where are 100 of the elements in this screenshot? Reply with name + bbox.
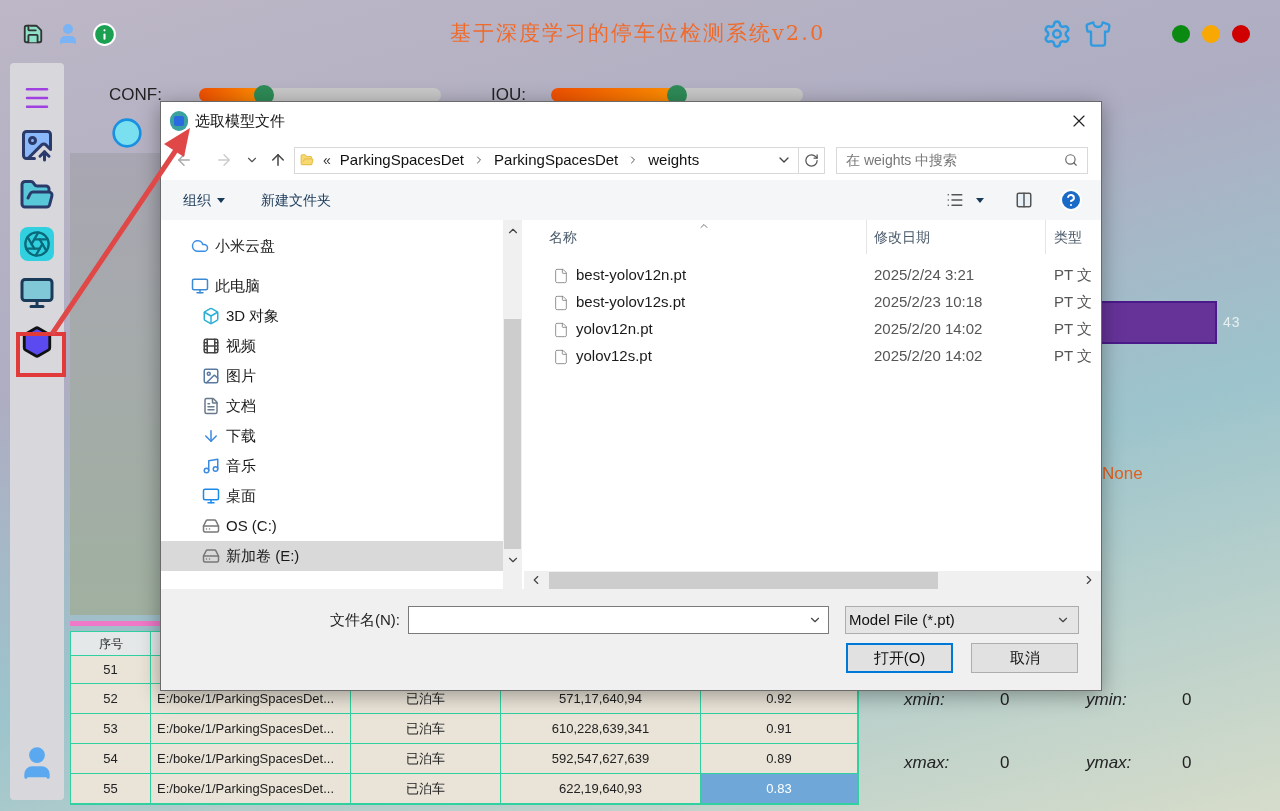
nav-item[interactable]: 文档 [161, 391, 503, 421]
horizontal-scrollbar[interactable] [524, 571, 1101, 589]
nav-item[interactable]: 视频 [161, 331, 503, 361]
view-icon[interactable] [946, 191, 964, 209]
file-name: yolov12s.pt [576, 346, 652, 367]
dialog-title: 选取模型文件 [195, 110, 285, 131]
file-icon [553, 347, 569, 366]
coord-label: ymax: [1086, 752, 1133, 774]
result-value: None [1102, 463, 1144, 485]
coord-label: xmin: [904, 688, 946, 711]
slider-track[interactable] [199, 88, 441, 102]
slider-track[interactable] [551, 88, 803, 102]
table-cell: 53 [71, 714, 151, 743]
file-row[interactable]: best-yolov12n.pt 2025/2/24 3:21 PT 文 [524, 262, 1101, 289]
table-cell: E:/boke/1/ParkingSpacesDet... [151, 744, 351, 773]
up-icon[interactable] [269, 151, 287, 169]
scrollbar-thumb[interactable] [549, 571, 938, 589]
document-icon [202, 397, 220, 415]
table-cell: 0.83 [701, 774, 858, 803]
table-cell: 610,228,639,341 [501, 714, 701, 743]
column-header: 序号 [71, 632, 151, 655]
folder-icon [300, 152, 314, 168]
table-cell: 55 [71, 774, 151, 803]
table-cell: 已泊车 [351, 714, 501, 743]
video-icon[interactable] [18, 275, 56, 311]
table-cell: 0.91 [701, 714, 858, 743]
table-cell: E:/boke/1/ParkingSpacesDet... [151, 774, 351, 803]
new-folder-button[interactable]: 新建文件夹 [261, 189, 331, 211]
table-cell: 已泊车 [351, 774, 501, 803]
slider-label: CONF: [109, 84, 163, 107]
nav-item[interactable]: 3D 对象 [161, 301, 503, 331]
table-cell: 0.89 [701, 744, 858, 773]
filename-field[interactable] [408, 606, 829, 634]
file-type: PT 文 [1053, 346, 1093, 367]
file-name: best-yolov12s.pt [576, 292, 686, 313]
nav-item[interactable]: OS (C:) [161, 511, 503, 541]
info-icon[interactable] [92, 21, 117, 47]
coord-value: 0 [1182, 688, 1193, 711]
table-cell: E:/boke/1/ParkingSpacesDet... [151, 714, 351, 743]
caret-icon [217, 197, 225, 203]
nav-item[interactable]: 下载 [161, 421, 503, 451]
vertical-scrollbar[interactable] [503, 220, 522, 589]
breadcrumb-item[interactable]: weights [648, 148, 700, 172]
cloud-icon [191, 237, 209, 255]
organize-menu[interactable]: 组织 [183, 189, 225, 211]
coord-value: 0 [1000, 752, 1011, 774]
file-date: 2025/2/23 10:18 [873, 292, 984, 313]
table-cell: 已泊车 [351, 744, 501, 773]
cancel-button[interactable]: 取消 [971, 643, 1078, 673]
drive-icon [202, 547, 220, 565]
file-row[interactable]: yolov12n.pt 2025/2/20 14:02 PT 文 [524, 316, 1101, 343]
column-header[interactable]: 名称 [524, 220, 867, 254]
coord-label: ymin: [1086, 688, 1128, 711]
bar-value-label: 43 [1223, 312, 1241, 332]
column-header[interactable]: 修改日期 [867, 220, 1046, 254]
image-upload-icon[interactable] [19, 127, 55, 163]
computer-icon [191, 277, 209, 295]
caret-icon[interactable] [976, 197, 984, 203]
preview-pane-icon[interactable] [1014, 191, 1034, 209]
breadcrumb-item[interactable]: ParkingSpacesDet [339, 148, 465, 172]
file-date: 2025/2/24 3:21 [873, 265, 976, 286]
film-icon [202, 337, 220, 355]
nav-item[interactable]: 桌面 [161, 481, 503, 511]
picture-icon [202, 367, 220, 385]
file-icon [553, 293, 569, 312]
nav-item[interactable]: 新加卷 (E:) [161, 541, 503, 571]
file-icon [553, 320, 569, 339]
address-bar[interactable]: « ParkingSpacesDet ParkingSpacesDet weights [294, 146, 825, 174]
download-icon [202, 427, 220, 445]
file-type-select[interactable]: Model File (*.pt) [845, 606, 1079, 634]
table-cell: 52 [71, 684, 151, 713]
table-cell: 592,547,627,639 [501, 744, 701, 773]
save-icon[interactable] [22, 22, 44, 46]
nav-item[interactable]: 此电脑 [161, 271, 503, 301]
file-row[interactable]: yolov12s.pt 2025/2/20 14:02 PT 文 [524, 343, 1101, 370]
table-cell: 54 [71, 744, 151, 773]
file-date: 2025/2/20 14:02 [873, 319, 984, 340]
coord-value: 0 [1182, 752, 1193, 774]
open-button[interactable]: 打开(O) [846, 643, 953, 673]
slider-label: IOU: [491, 84, 527, 107]
file-row[interactable]: best-yolov12s.pt 2025/2/23 10:18 PT 文 [524, 289, 1101, 316]
nav-item[interactable]: 音乐 [161, 451, 503, 481]
file-date: 2025/2/20 14:02 [873, 346, 984, 367]
search-field[interactable]: 在 weights 中搜索 [836, 146, 1088, 174]
scrollbar-thumb[interactable] [504, 319, 521, 549]
table-cell: 51 [71, 656, 151, 683]
nav-item[interactable]: 小米云盘 [161, 231, 503, 261]
file-name: yolov12n.pt [576, 319, 653, 340]
breadcrumb-item[interactable]: ParkingSpacesDet [494, 148, 619, 172]
app-title: 基于深度学习的停车位检测系统v2.0 [450, 20, 826, 48]
column-header[interactable]: 类型 [1046, 220, 1101, 254]
cube-icon [202, 307, 220, 325]
model-icon[interactable] [20, 325, 54, 359]
music-icon [202, 457, 220, 475]
help-icon[interactable] [1059, 188, 1083, 212]
file-type: PT 文 [1053, 292, 1093, 313]
clock-icon [111, 117, 143, 149]
drive-icon [202, 517, 220, 535]
camera-icon[interactable] [20, 227, 54, 261]
nav-item[interactable]: 图片 [161, 361, 503, 391]
